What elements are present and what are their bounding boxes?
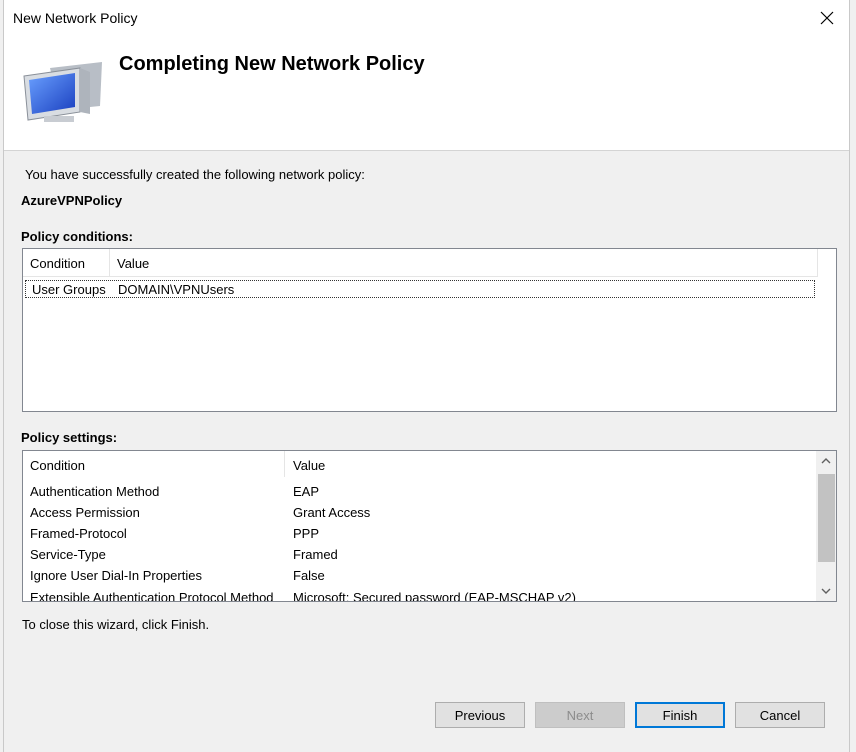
table-row[interactable]: Access Permission Grant Access (23, 505, 813, 523)
next-button[interactable]: Next (535, 702, 625, 728)
finish-note: To close this wizard, click Finish. (22, 617, 210, 632)
table-row[interactable]: Service-Type Framed (23, 547, 813, 565)
scroll-down-button[interactable] (816, 581, 836, 601)
previous-button[interactable]: Previous (435, 702, 525, 728)
column-header-condition[interactable]: Condition (30, 256, 85, 271)
row-value: EAP (293, 484, 320, 499)
title-bar: New Network Policy (4, 0, 849, 36)
chevron-up-icon (821, 458, 831, 464)
finish-button[interactable]: Finish (635, 702, 725, 728)
row-condition: Ignore User Dial-In Properties (30, 568, 202, 583)
row-value: False (293, 568, 325, 583)
page-title: Completing New Network Policy (119, 53, 425, 75)
conditions-header: Condition Value (23, 249, 818, 277)
settings-list[interactable]: Condition Value Authentication Method EA… (22, 450, 837, 602)
close-icon (820, 11, 833, 25)
row-value: Grant Access (293, 505, 371, 520)
row-condition: Access Permission (30, 505, 140, 520)
vertical-scrollbar[interactable] (816, 451, 836, 601)
row-value: Microsoft: Secured password (EAP-MSCHAP … (293, 590, 576, 602)
column-separator[interactable] (817, 249, 818, 276)
column-header-value[interactable]: Value (117, 256, 149, 271)
close-button[interactable] (804, 0, 849, 36)
settings-label: Policy settings: (21, 430, 118, 445)
settings-header: Condition Value (23, 451, 818, 477)
scroll-up-button[interactable] (816, 451, 836, 471)
background-window-right (849, 0, 856, 752)
table-row[interactable]: Extensible Authentication Protocol Metho… (23, 590, 813, 602)
column-header-value[interactable]: Value (293, 458, 325, 473)
wizard-header: Completing New Network Policy (4, 36, 849, 151)
column-separator[interactable] (284, 451, 285, 477)
intro-text: You have successfully created the follow… (25, 167, 365, 182)
monitor-icon (23, 62, 102, 122)
conditions-list[interactable]: Condition Value User Groups DOMAIN\VPNUs… (22, 248, 837, 412)
table-row[interactable]: User Groups DOMAIN\VPNUsers (25, 280, 815, 298)
policy-name: AzureVPNPolicy (21, 193, 123, 208)
row-condition: User Groups (32, 282, 106, 297)
row-value: DOMAIN\VPNUsers (118, 282, 235, 297)
wizard-dialog: New Network Policy Completing New Networ… (4, 0, 849, 752)
row-condition: Framed-Protocol (30, 526, 127, 541)
row-condition: Authentication Method (30, 484, 160, 499)
conditions-label: Policy conditions: (21, 229, 133, 244)
row-condition: Extensible Authentication Protocol Metho… (30, 590, 274, 602)
table-row[interactable]: Ignore User Dial-In Properties False (23, 568, 813, 586)
scroll-thumb[interactable] (818, 474, 835, 562)
column-separator[interactable] (109, 249, 110, 276)
row-value: PPP (293, 526, 320, 541)
cancel-button[interactable]: Cancel (735, 702, 825, 728)
row-condition: Service-Type (30, 547, 106, 562)
window-title: New Network Policy (13, 10, 138, 26)
row-value: Framed (293, 547, 338, 562)
column-header-condition[interactable]: Condition (30, 458, 85, 473)
chevron-down-icon (821, 588, 831, 594)
table-row[interactable]: Authentication Method EAP (23, 484, 813, 502)
table-row[interactable]: Framed-Protocol PPP (23, 526, 813, 544)
